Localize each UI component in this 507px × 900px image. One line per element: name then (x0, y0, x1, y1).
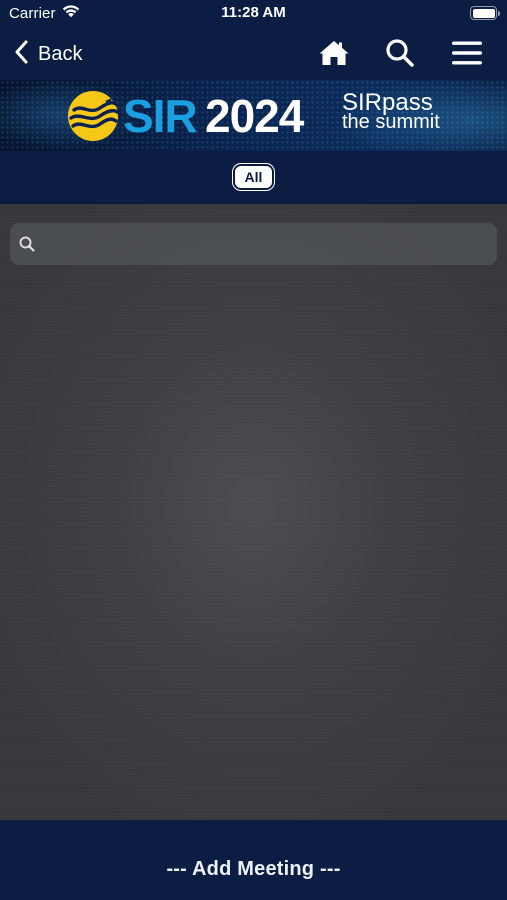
banner-tagline-line1: SIRpass (342, 89, 433, 116)
sir-sun-logo-icon (66, 88, 122, 149)
add-meeting-button[interactable]: --- Add Meeting --- (0, 858, 507, 881)
filter-bar: All (0, 151, 507, 204)
status-bar: Carrier 11:28 AM (0, 0, 507, 28)
meetings-list-area[interactable] (0, 204, 507, 820)
chevron-left-icon (14, 40, 28, 69)
home-icon[interactable] (317, 38, 351, 68)
banner-year-text: 2024 (205, 90, 304, 142)
back-button[interactable]: Back (14, 38, 82, 70)
back-label: Back (38, 42, 83, 65)
banner-tagline: SIRpass the summit (342, 89, 440, 133)
navigation-bar: Back (0, 28, 507, 80)
battery-icon (470, 6, 500, 20)
search-input[interactable] (43, 223, 497, 265)
event-banner: SIR 2024 SIRpass the summit (0, 80, 507, 151)
banner-sir-text: SIR (123, 90, 198, 142)
magnifier-icon (19, 236, 35, 252)
banner-tagline-line2: the summit (342, 111, 440, 133)
search-bar[interactable] (10, 223, 497, 265)
status-time: 11:28 AM (221, 4, 286, 21)
hamburger-menu-icon[interactable] (450, 38, 484, 68)
bottom-bar: --- Add Meeting --- (0, 820, 507, 900)
filter-all-button[interactable]: All (232, 163, 275, 191)
search-icon[interactable] (383, 38, 417, 68)
